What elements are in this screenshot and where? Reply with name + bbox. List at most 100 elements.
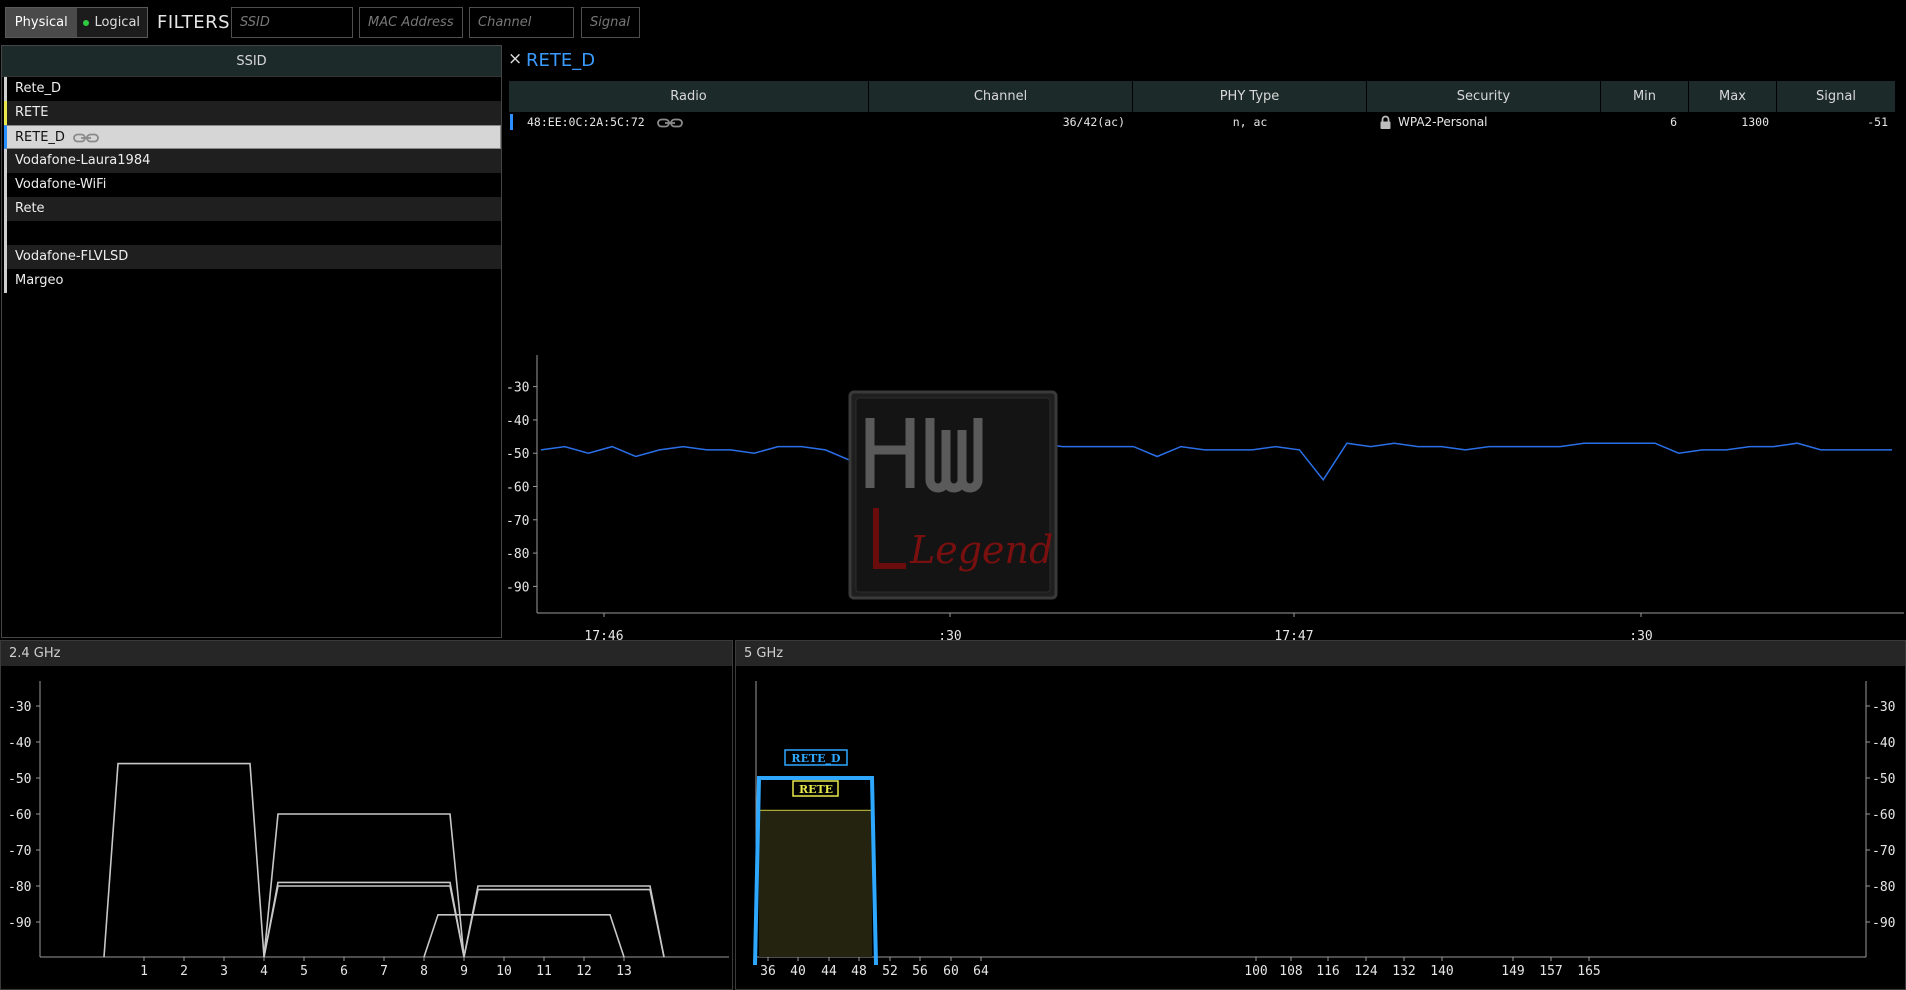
band-24-title: 2.4 GHz (1, 641, 732, 666)
y-tick-label: -60 (8, 808, 31, 823)
y-tick-label: -80 (506, 547, 529, 562)
link-icon (73, 133, 99, 142)
y-tick-label: -80 (8, 880, 31, 895)
logical-view-label: Logical (94, 15, 141, 30)
watermark-sub-text: Legend (910, 528, 1054, 572)
band-5-title: 5 GHz (736, 641, 1905, 666)
y-tick-label: -30 (506, 381, 529, 396)
signal-history-chart: -30-40-50-60-70-80-9017:46:30 17:47:30 (506, 355, 1904, 644)
y-tick-label: -90 (8, 916, 31, 931)
network-fill (759, 810, 872, 957)
y-tick-label: -70 (506, 514, 529, 529)
filters-label: FILTERS: (157, 12, 237, 33)
column-security[interactable]: Security (1367, 81, 1601, 112)
column-max[interactable]: Max (1689, 81, 1777, 112)
x-tick-label: 140 (1430, 964, 1453, 979)
network-channel-shape (263, 885, 465, 958)
ssid-column-header[interactable]: SSID (2, 46, 501, 77)
radio-mac: 48:EE:0C:2A:5C:72 (527, 115, 645, 129)
x-tick-label: 52 (882, 964, 898, 979)
watermark-logo: Legend (848, 390, 1058, 600)
x-tick-label: 7 (380, 964, 388, 979)
ssid-list-item[interactable]: Rete_D (4, 77, 501, 101)
x-tick-label: 149 (1501, 964, 1524, 979)
band-24-chart: -30-40-50-60-70-80-901 2 3 4 5 6 7 8 9 10 11 12 13 (8, 681, 729, 979)
column-min[interactable]: Min (1601, 81, 1689, 112)
network-channel-shape (103, 762, 265, 958)
ssid-filter-input[interactable] (231, 7, 353, 38)
ssid-list-item[interactable]: Vodafone-Laura1984 (4, 149, 501, 173)
ssid-label: Vodafone-WiFi (15, 177, 107, 192)
mac-filter-input[interactable] (359, 7, 463, 38)
x-tick-label: 108 (1279, 964, 1302, 979)
ssid-label: Rete_D (15, 81, 62, 96)
network-channel-shape (463, 885, 665, 958)
ssid-list-item[interactable]: Rete (4, 197, 501, 221)
x-tick-label: 36 (760, 964, 776, 979)
x-tick-label: 1 (140, 964, 148, 979)
security-cell: WPA2-Personal (1367, 112, 1601, 132)
status-dot-icon (83, 19, 90, 26)
close-icon[interactable]: × (508, 50, 522, 68)
x-tick-label: 9 (460, 964, 468, 979)
signal-filter-input[interactable] (581, 7, 640, 38)
ssid-list-item[interactable]: RETE_D (4, 125, 501, 149)
min-rate-cell: 6 (1670, 115, 1677, 129)
x-tick-label: 124 (1354, 964, 1378, 979)
physical-view-label: Physical (14, 15, 68, 30)
column-signal[interactable]: Signal (1777, 81, 1896, 112)
y-tick-label: -80 (1872, 880, 1895, 895)
x-tick-label: 11 (536, 964, 552, 979)
ssid-label: RETE_D (15, 130, 65, 145)
toolbar: Physical Logical FILTERS: (0, 0, 1906, 44)
radio-table: Radio Channel PHY Type Security Min Max … (509, 81, 1896, 132)
network-label: RETE (799, 783, 833, 796)
column-radio[interactable]: Radio (509, 81, 869, 112)
column-channel[interactable]: Channel (869, 81, 1133, 112)
max-rate-cell: 1300 (1741, 115, 1769, 129)
y-tick-label: -70 (8, 844, 31, 859)
ssid-label: Vodafone-FLVLSD (15, 249, 129, 264)
security-text: WPA2-Personal (1398, 115, 1488, 129)
x-tick-label: 64 (973, 964, 989, 979)
ssid-label: RETE (15, 105, 49, 120)
y-tick-label: -90 (1872, 916, 1895, 931)
radio-cell: 48:EE:0C:2A:5C:72 (513, 112, 869, 132)
x-tick-label: 5 (300, 964, 308, 979)
x-tick-label: 40 (790, 964, 806, 979)
y-tick-label: -50 (8, 772, 31, 787)
physical-view-button[interactable]: Physical (6, 8, 77, 37)
y-tick-label: -50 (1872, 772, 1895, 787)
x-tick-label: 157 (1539, 964, 1562, 979)
x-tick-label: 8 (420, 964, 428, 979)
ssid-list-item[interactable]: Vodafone-WiFi (4, 173, 501, 197)
channel-filter-input[interactable] (469, 7, 574, 38)
ssid-list-panel: SSID Rete_D RETE RETE_D Vodafone-Laura1984 V… (1, 45, 502, 638)
y-tick-label: -50 (506, 447, 529, 462)
y-tick-label: -40 (506, 414, 529, 429)
channel-cell: 36/42(ac) (1062, 115, 1125, 129)
y-tick-label: -40 (8, 736, 31, 751)
x-tick-label: 48 (851, 964, 867, 979)
ssid-label: Rete (15, 201, 45, 216)
ssid-list-item[interactable]: Margeo (4, 269, 501, 293)
ssid-list-item[interactable]: RETE (4, 101, 501, 125)
network-label: RETE_D (791, 752, 841, 766)
x-tick-label: 10 (496, 964, 512, 979)
signal-cell: -51 (1867, 115, 1888, 129)
ssid-list-item[interactable]: Vodafone-FLVLSD (4, 245, 501, 269)
logical-view-button[interactable]: Logical (77, 8, 148, 37)
ssid-list-item[interactable] (4, 221, 501, 245)
column-phy-type[interactable]: PHY Type (1133, 81, 1367, 112)
table-row[interactable]: 48:EE:0C:2A:5C:72 36/42(ac) n, ac WPA2-P… (509, 112, 1896, 132)
detail-title: RETE_D (526, 50, 596, 71)
x-tick-label: 6 (340, 964, 348, 979)
x-tick-label: 2 (180, 964, 188, 979)
radio-table-header: Radio Channel PHY Type Security Min Max … (509, 81, 1896, 112)
x-tick-label: 13 (616, 964, 632, 979)
phy-type-cell: n, ac (1232, 115, 1268, 129)
band-5-chart: -30 -40 -50 -60 -70 -80 -90 36 40 44 48 52 56 60 64 100… (753, 681, 1895, 979)
y-tick-label: -30 (8, 700, 31, 715)
network-channel-shape (463, 888, 665, 958)
x-tick-label: 44 (821, 964, 837, 979)
